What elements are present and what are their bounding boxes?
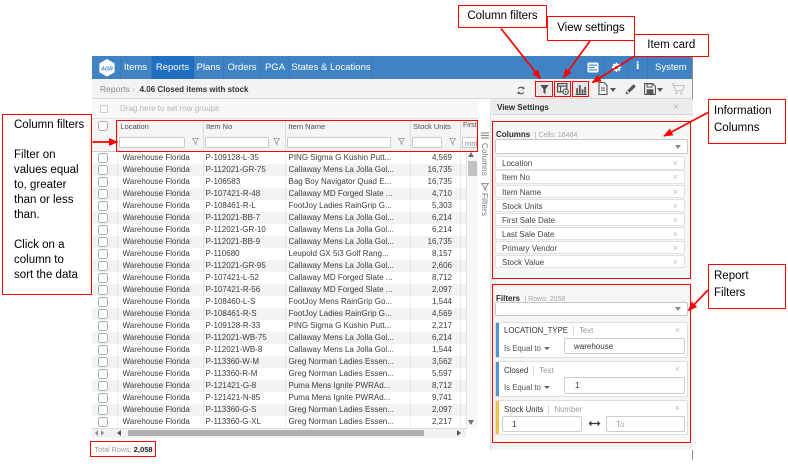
svg-text:AGR: AGR (100, 66, 113, 72)
